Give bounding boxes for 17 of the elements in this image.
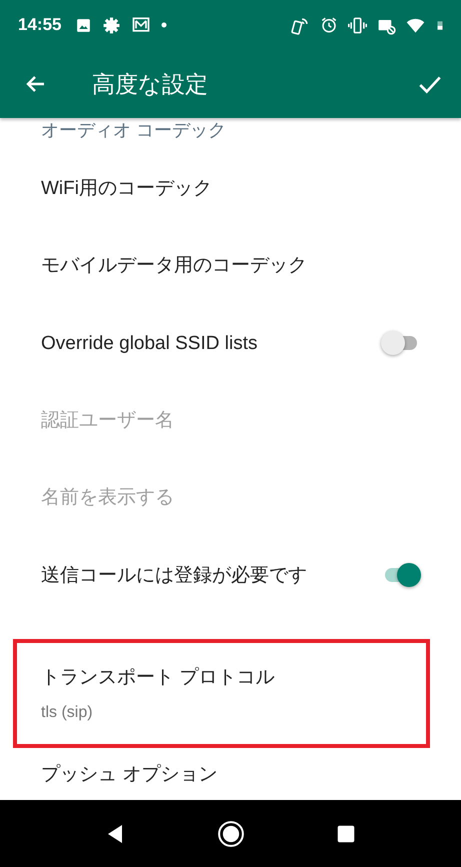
- setting-title[interactable]: 送信コールには登録が必要です: [41, 562, 331, 588]
- phone-signal-icon: [291, 16, 310, 34]
- status-time: 14:55: [18, 15, 62, 35]
- category-header: オーディオ コーデック: [41, 119, 226, 142]
- dot-icon: [161, 22, 168, 28]
- setting-title[interactable]: プッシュ オプション: [41, 762, 421, 787]
- setting-summary: tls (sip): [41, 704, 94, 722]
- gear-icon: [102, 16, 122, 34]
- setting-title[interactable]: Override global SSID lists: [41, 330, 331, 356]
- home-icon[interactable]: [216, 818, 246, 848]
- vibrate-icon: [348, 16, 367, 34]
- setting-title[interactable]: WiFi用のコーデック: [41, 176, 421, 201]
- screen-title: 高度な設定: [92, 70, 209, 98]
- alarm-icon: [320, 16, 338, 34]
- image-icon: [75, 16, 92, 34]
- setting-title[interactable]: モバイルデータ用のコーデック: [41, 253, 421, 278]
- setting-title[interactable]: トランスポート プロトコル: [41, 665, 406, 690]
